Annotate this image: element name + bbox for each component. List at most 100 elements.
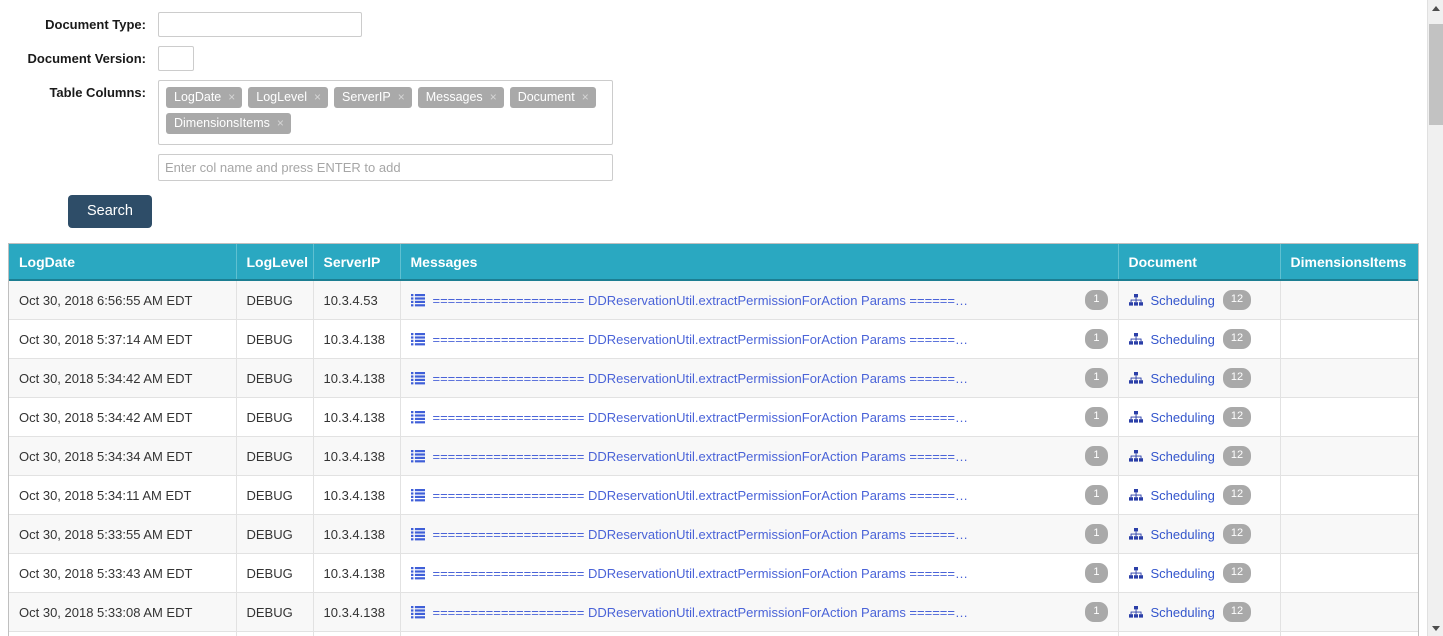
column-header-serverip[interactable]: ServerIP xyxy=(313,244,401,281)
message-text[interactable]: ==================== DDReservationUtil.e… xyxy=(433,605,1078,620)
message-count-badge: 1 xyxy=(1085,602,1108,622)
table-row[interactable]: Oct 30, 2018 5:33:08 AM EDT DEBUG 10.3.4.1… xyxy=(9,592,1418,632)
message-text[interactable]: ==================== DDReservationUtil.e… xyxy=(433,410,1078,425)
sitemap-icon[interactable] xyxy=(1128,450,1143,462)
close-icon[interactable]: × xyxy=(277,116,284,130)
close-icon[interactable]: × xyxy=(490,90,497,104)
table-row[interactable]: Oct 30, 2018 6:56:55 AM EDT DEBUG 10.3.4.5… xyxy=(9,280,1418,320)
message-text[interactable]: ==================== DDReservationUtil.e… xyxy=(433,371,1078,386)
document-link[interactable]: Scheduling xyxy=(1151,527,1215,542)
list-icon[interactable] xyxy=(410,410,425,424)
message-count-badge: 1 xyxy=(1085,329,1108,349)
column-chip[interactable]: LogDate × xyxy=(166,87,243,108)
column-chip[interactable]: ServerIP × xyxy=(334,87,412,108)
message-text[interactable]: ==================== DDReservationUtil.e… xyxy=(433,449,1078,464)
column-header-loglevel[interactable]: LogLevel xyxy=(236,244,314,281)
search-button[interactable]: Search xyxy=(68,195,152,228)
table-row[interactable]: Oct 30, 2018 5:33:43 AM EDT DEBUG 10.3.4.1… xyxy=(9,553,1418,593)
table-row[interactable]: Oct 30, 2018 5:34:34 AM EDT DEBUG 10.3.4.1… xyxy=(9,436,1418,476)
cell-loglevel: DEBUG xyxy=(236,397,314,437)
message-count-badge: 1 xyxy=(1085,563,1108,583)
cell-messages: ==================== DDReservationUtil.e… xyxy=(400,475,1119,515)
sitemap-icon[interactable] xyxy=(1128,411,1143,423)
table-row[interactable]: Oct 30, 2018 5:34:42 AM EDT DEBUG 10.3.4.1… xyxy=(9,358,1418,398)
message-text[interactable]: ==================== DDReservationUtil.e… xyxy=(433,566,1078,581)
close-icon[interactable]: × xyxy=(228,90,235,104)
document-version-field-wrap xyxy=(158,46,194,71)
column-chip-label: LogDate xyxy=(174,90,222,104)
sitemap-icon[interactable] xyxy=(1128,294,1143,306)
document-link[interactable]: Scheduling xyxy=(1151,371,1215,386)
document-type-label: Document Type: xyxy=(45,17,146,32)
document-type-input[interactable] xyxy=(158,12,362,37)
column-chip[interactable]: DimensionsItems × xyxy=(166,113,291,134)
cell-loglevel: DEBUG xyxy=(236,592,314,632)
message-text[interactable]: ==================== DDReservationUtil.e… xyxy=(433,332,1078,347)
form-row-document-type: Document Type: xyxy=(0,12,1419,38)
add-column-input[interactable] xyxy=(158,154,613,181)
document-link[interactable]: Scheduling xyxy=(1151,449,1215,464)
table-row[interactable]: Oct 30, 2018 5:33:55 AM EDT DEBUG 10.3.4.1… xyxy=(9,514,1418,554)
message-count-badge: 1 xyxy=(1085,290,1108,310)
cell-document: Scheduling 12 xyxy=(1118,397,1281,437)
sitemap-icon[interactable] xyxy=(1128,528,1143,540)
table-row[interactable]: Oct 30, 2018 5:34:11 AM EDT DEBUG 10.3.4.1… xyxy=(9,475,1418,515)
table-row[interactable]: Oct 30, 2018 5:37:14 AM EDT DEBUG 10.3.4.1… xyxy=(9,319,1418,359)
list-icon[interactable] xyxy=(410,605,425,619)
cell-loglevel: DEBUG xyxy=(236,475,314,515)
column-chip[interactable]: Messages × xyxy=(417,87,504,108)
column-header-messages[interactable]: Messages xyxy=(400,244,1119,281)
sitemap-icon[interactable] xyxy=(1128,333,1143,345)
sitemap-icon[interactable] xyxy=(1128,567,1143,579)
message-text[interactable]: ==================== DDReservationUtil.e… xyxy=(433,527,1078,542)
document-version-input[interactable] xyxy=(158,46,194,71)
document-link[interactable]: Scheduling xyxy=(1151,293,1215,308)
list-icon[interactable] xyxy=(410,527,425,541)
column-header-document[interactable]: Document xyxy=(1118,244,1281,281)
table-columns-chip-list[interactable]: LogDate × LogLevel × ServerIP × Messages × Docum… xyxy=(158,80,613,145)
close-icon[interactable]: × xyxy=(582,90,589,104)
document-count-badge: 12 xyxy=(1222,485,1252,505)
table-row[interactable]: Oct 30, 2018 5:34:42 AM EDT DEBUG 10.3.4.1… xyxy=(9,397,1418,437)
scrollbar-thumb[interactable] xyxy=(1429,24,1443,125)
page-vertical-scrollbar[interactable] xyxy=(1427,0,1443,636)
cell-dimensionsitems xyxy=(1280,631,1418,636)
list-icon[interactable] xyxy=(410,332,425,346)
column-chip[interactable]: LogLevel × xyxy=(248,87,329,108)
column-header-logdate[interactable]: LogDate xyxy=(9,244,237,281)
document-link[interactable]: Scheduling xyxy=(1151,332,1215,347)
document-link[interactable]: Scheduling xyxy=(1151,566,1215,581)
document-link[interactable]: Scheduling xyxy=(1151,410,1215,425)
document-count-badge: 12 xyxy=(1222,602,1252,622)
message-text[interactable]: ==================== DDReservationUtil.e… xyxy=(433,488,1078,503)
list-icon[interactable] xyxy=(410,449,425,463)
close-icon[interactable]: × xyxy=(314,90,321,104)
document-type-field-wrap xyxy=(158,12,362,37)
cell-document: Scheduling 12 xyxy=(1118,319,1281,359)
document-link[interactable]: Scheduling xyxy=(1151,488,1215,503)
scroll-up-arrow[interactable] xyxy=(1428,0,1443,16)
cell-loglevel: DEBUG xyxy=(236,514,314,554)
list-icon[interactable] xyxy=(410,293,425,307)
message-count-badge: 1 xyxy=(1085,524,1108,544)
document-link[interactable]: Scheduling xyxy=(1151,605,1215,620)
sitemap-icon[interactable] xyxy=(1128,372,1143,384)
column-chip[interactable]: Document × xyxy=(509,87,596,108)
table-columns-label: Table Columns: xyxy=(49,85,146,100)
table-row[interactable]: Oct 30, 2018 5:33:03 AM EDTDEBUG10.3.4.1… xyxy=(9,631,1418,636)
close-icon[interactable]: × xyxy=(398,90,405,104)
sitemap-icon[interactable] xyxy=(1128,606,1143,618)
list-icon[interactable] xyxy=(410,371,425,385)
cell-serverip: 10.3.4.138 xyxy=(313,397,401,437)
document-count-badge: 12 xyxy=(1222,290,1252,310)
list-icon[interactable] xyxy=(410,488,425,502)
list-icon[interactable] xyxy=(410,566,425,580)
sitemap-icon[interactable] xyxy=(1128,489,1143,501)
column-header-dimensionsitems[interactable]: DimensionsItems xyxy=(1280,244,1418,281)
form-row-table-columns: Table Columns: LogDate × LogLevel × ServerIP… xyxy=(0,80,1419,181)
column-chip-label: ServerIP xyxy=(342,90,391,104)
cell-dimensionsitems xyxy=(1280,319,1418,359)
message-text[interactable]: ==================== DDReservationUtil.e… xyxy=(433,293,1078,308)
scroll-down-arrow[interactable] xyxy=(1428,620,1443,636)
log-results-table-container: LogDate LogLevel ServerIP Messages Docum… xyxy=(8,243,1419,636)
